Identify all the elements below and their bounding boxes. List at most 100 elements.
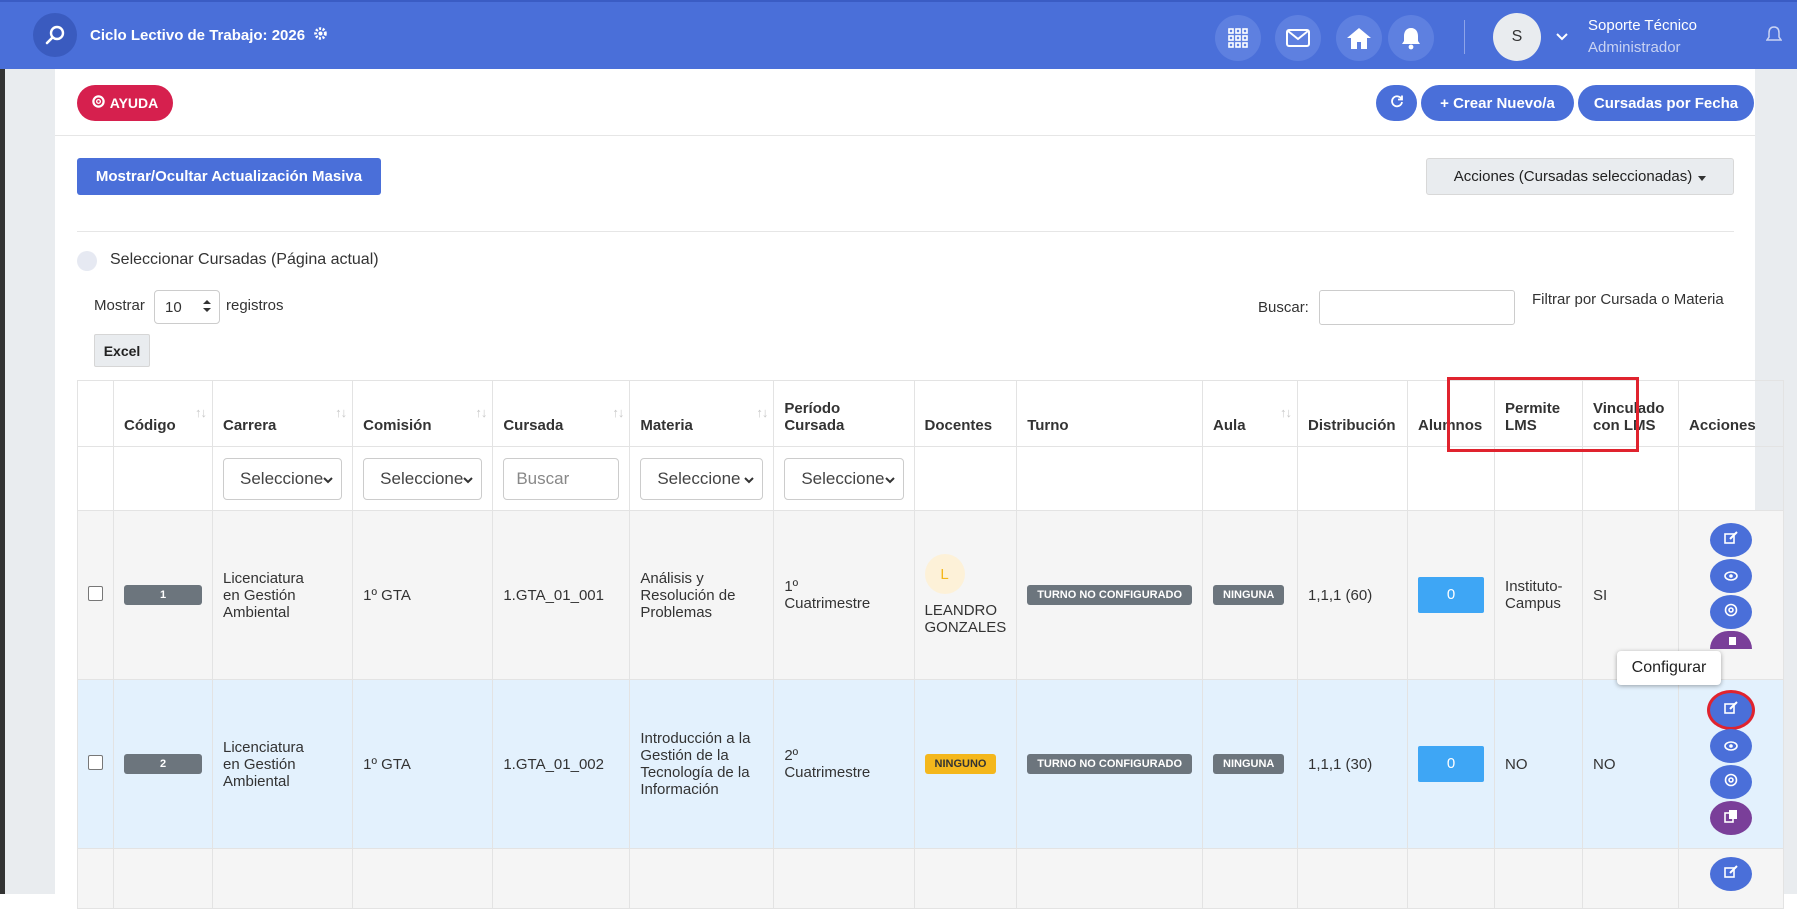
col-turno: Turno [1016, 380, 1204, 447]
lms-line: Instituto- [1505, 578, 1563, 595]
edit-icon [1724, 531, 1738, 549]
chevron-down-icon [463, 469, 474, 489]
students-count-button[interactable]: 0 [1418, 577, 1485, 613]
user-name: Soporte Técnico [1588, 17, 1697, 34]
comision-filter-select[interactable]: Seleccione [363, 457, 483, 500]
chevron-down-icon [323, 469, 333, 489]
materia-line: Análisis y [640, 569, 704, 587]
email-button[interactable] [1710, 595, 1753, 629]
eye-icon [1724, 568, 1738, 585]
cycle-title[interactable]: Ciclo Lectivo de Trabajo: 2026 [90, 26, 328, 45]
filter-cell: Seleccione [773, 446, 915, 511]
teacher-avatar: L [924, 554, 965, 594]
alumnos-cell [1407, 848, 1496, 909]
classroom-badge: NINGUNA [1213, 754, 1285, 774]
col-materia[interactable]: Materia ↑↓ [629, 380, 775, 447]
materia-cell: Análisis y Resolución de Problemas [629, 510, 775, 680]
avatar[interactable]: S [1493, 13, 1541, 61]
home-icon[interactable] [1336, 15, 1382, 61]
turno-cell: TURNO NO CONFIGURADO [1016, 679, 1204, 849]
copy-button[interactable] [1710, 631, 1753, 649]
carrera-cell: Licenciatura en Gestión Ambiental [211, 679, 354, 849]
help-button[interactable]: AYUDA [77, 85, 173, 121]
carrera-filter-value: Seleccione [240, 468, 324, 488]
acciones-cell [1678, 679, 1785, 849]
row-checkbox[interactable] [88, 585, 103, 601]
materia-line: Resolución de [640, 586, 736, 604]
carrera-line: Licenciatura [223, 569, 304, 587]
col-turno-label: Turno [1027, 417, 1069, 434]
col-cursada[interactable]: Cursada ↑↓ [492, 380, 631, 447]
students-count-button[interactable]: 0 [1418, 746, 1485, 782]
carrera-line: Licenciatura [223, 738, 304, 756]
page-size-value: 10 [165, 298, 182, 316]
sort-icon: ↑↓ [1280, 405, 1292, 420]
sort-icon: ↑↓ [195, 405, 207, 420]
bulk-actions-dropdown[interactable]: Acciones (Cursadas seleccionadas) [1426, 158, 1734, 195]
cursada-filter-input[interactable]: Buscar [503, 457, 620, 500]
turno-cell [1016, 848, 1204, 909]
col-comision[interactable]: Comisión ↑↓ [352, 380, 494, 447]
chevron-down-icon[interactable] [1556, 28, 1568, 46]
mail-icon[interactable] [1275, 15, 1321, 61]
col-periodo[interactable]: Período Cursada [773, 380, 915, 447]
aula-cell [1202, 848, 1299, 909]
records-label: registros [226, 297, 284, 314]
help-button-label: AYUDA [109, 95, 159, 111]
copy-button[interactable] [1710, 801, 1753, 835]
navbar-divider [1464, 20, 1465, 54]
periodo-filter-select[interactable]: Seleccione [784, 457, 904, 500]
eye-icon [1724, 738, 1738, 755]
notification-bell-icon[interactable] [1765, 26, 1783, 49]
bell-icon[interactable] [1388, 15, 1434, 61]
page-size-select[interactable]: 10 [154, 290, 220, 324]
acciones-cell [1678, 848, 1785, 909]
materia-cell: Introducción a la Gestión de la Tecnología… [629, 679, 775, 849]
gear-icon[interactable] [313, 26, 328, 45]
filter-cell [1494, 446, 1584, 511]
materia-line: Tecnología de la [640, 764, 750, 781]
periodo-line: 1º [784, 578, 799, 595]
bulk-actions-label: Acciones (Cursadas seleccionadas) [1453, 168, 1693, 185]
table-row: 1 Licenciatura en Gestión Ambiental 1º GTA… [77, 510, 1785, 680]
edit-button[interactable] [1710, 523, 1753, 557]
materia-filter-select[interactable]: Seleccione [640, 457, 764, 500]
col-carrera[interactable]: Carrera ↑↓ [211, 380, 354, 447]
cycle-title-text: Ciclo Lectivo de Trabajo: 2026 [90, 27, 306, 44]
row-checkbox[interactable] [88, 754, 103, 770]
comision-cell: 1º GTA [352, 679, 494, 849]
email-button[interactable] [1710, 765, 1753, 799]
create-new-button[interactable]: + Crear Nuevo/a [1421, 85, 1574, 121]
select-all-checkbox[interactable] [77, 251, 97, 271]
col-distribucion: Distribución [1297, 380, 1409, 447]
view-button[interactable] [1710, 559, 1753, 593]
filter-cell: Seleccione [352, 446, 494, 511]
carrera-filter-select[interactable]: Seleccione [223, 457, 343, 500]
materia-line: Información [640, 781, 719, 798]
sort-icon: ↑↓ [475, 405, 487, 420]
col-codigo[interactable]: Código ↑↓ [113, 380, 213, 447]
search-input[interactable] [1319, 290, 1515, 325]
at-icon [1724, 603, 1738, 621]
mass-update-toggle-button[interactable]: Mostrar/Ocultar Actualización Masiva [77, 158, 381, 195]
row-checkbox-cell [77, 679, 114, 849]
configure-button[interactable] [1710, 693, 1753, 727]
col-aula[interactable]: Aula ↑↓ [1202, 380, 1299, 447]
excel-export-button[interactable]: Excel [94, 334, 150, 367]
row-checkbox-cell [77, 510, 114, 680]
vinculado-lms-cell [1582, 848, 1680, 909]
refresh-button[interactable] [1376, 85, 1417, 121]
section-divider [77, 231, 1734, 232]
code-badge: 2 [124, 754, 202, 774]
view-button[interactable] [1710, 729, 1753, 763]
periodo-line: Cuatrimestre [784, 764, 871, 781]
filter-cell: Seleccione [629, 446, 775, 511]
search-icon[interactable] [33, 13, 77, 57]
edit-button[interactable] [1710, 857, 1753, 891]
col-acciones: Acciones [1678, 380, 1785, 447]
cursada-filter-placeholder: Buscar [516, 468, 570, 488]
materia-line: Problemas [640, 603, 713, 621]
grid-icon[interactable] [1215, 15, 1261, 61]
header-divider [55, 135, 1755, 136]
courses-by-date-button[interactable]: Cursadas por Fecha [1578, 85, 1754, 121]
